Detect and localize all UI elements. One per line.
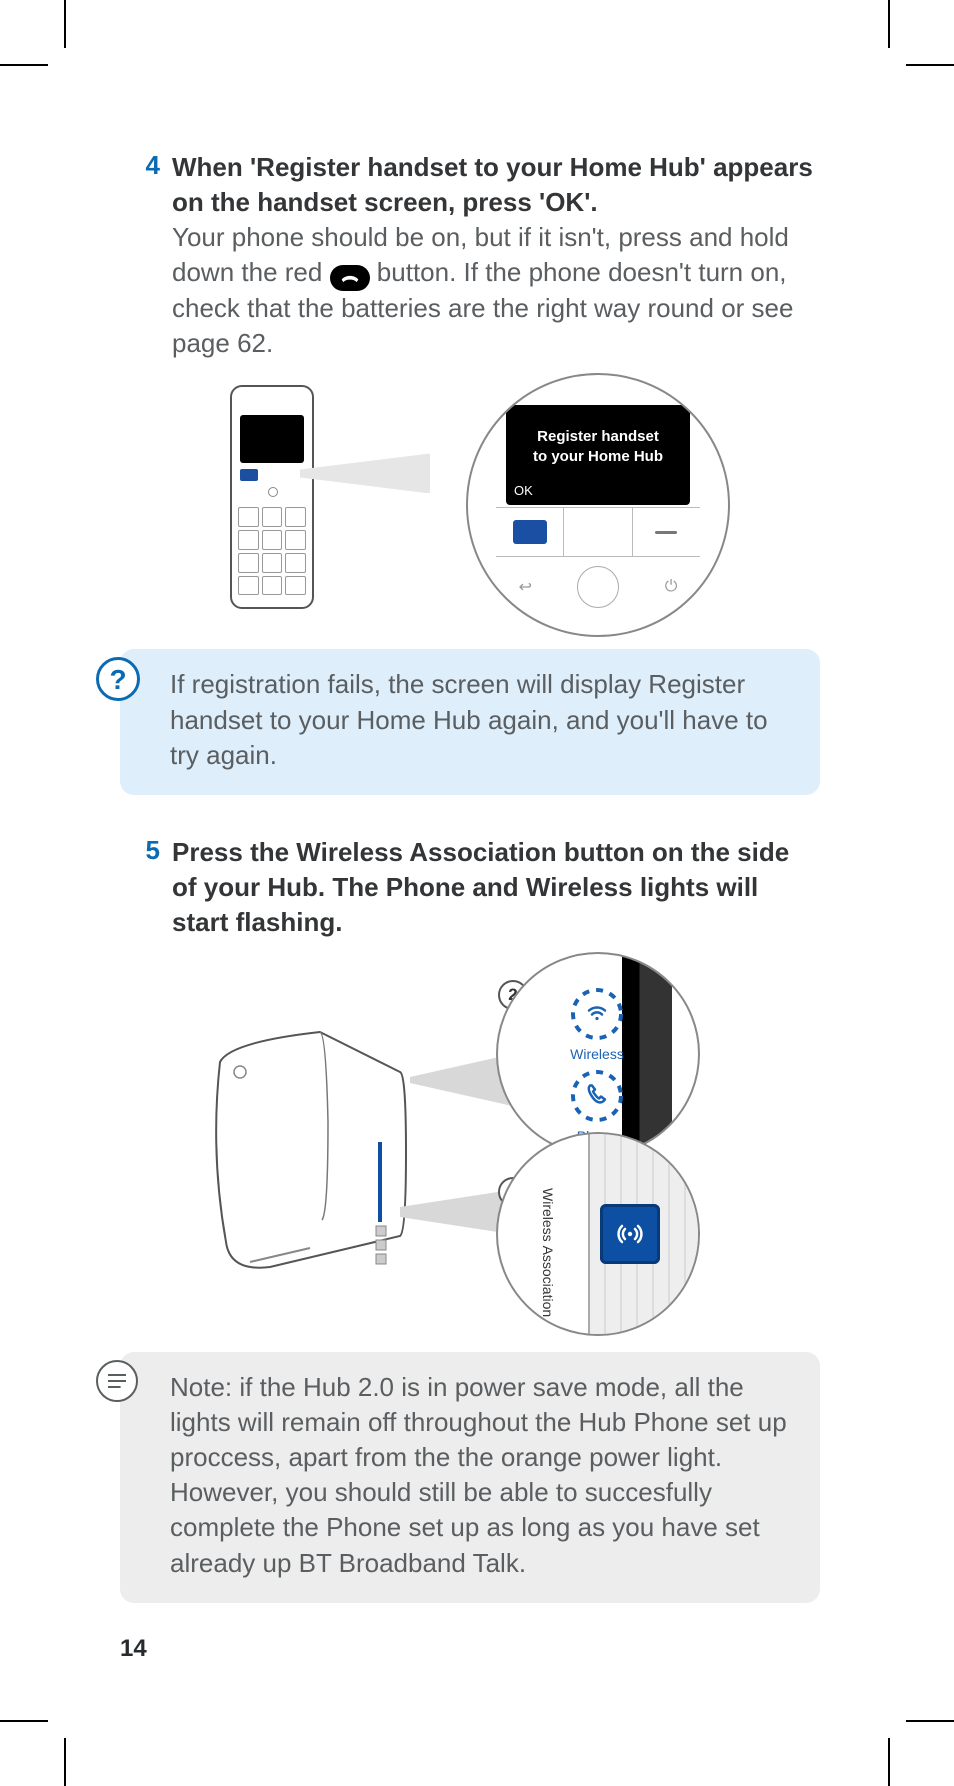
cropmark [0,1720,48,1722]
cropmark [64,0,66,48]
info-text: If registration fails, the screen will d… [170,667,796,772]
page-number: 14 [120,1635,147,1663]
info-box-registration-fail: ? If registration fails, the screen will… [120,649,820,794]
end-call-icon [330,265,370,291]
illustration-handset-zoom: Register handset to your Home Hub OK ↩ ⏻ [210,373,730,633]
cropmark [906,1720,954,1722]
step-5: 5 Press the Wireless Association button … [120,835,820,940]
screen-line2: to your Home Hub [506,447,690,467]
cropmark [888,1738,890,1786]
cropmark [0,64,48,66]
handset-graphic [230,385,314,609]
step-title: Press the Wireless Association button on… [172,837,789,937]
wireless-label: Wireless [542,1046,652,1062]
handset-screen: Register handset to your Home Hub OK [506,405,690,505]
note-icon [96,1360,134,1398]
cropmark [888,0,890,48]
zoom-circle-wa-button: Wireless Association [496,1132,700,1336]
step-title: When 'Register handset to your Home Hub'… [172,152,813,217]
cropmark [64,1738,66,1786]
screen-line1: Register handset [506,427,690,447]
phone-icon [583,1081,611,1112]
help-icon: ? [96,657,134,695]
step-body: Press the Wireless Association button on… [172,835,820,940]
minus-softkey-icon [655,531,677,534]
ok-softkey-icon [513,520,547,544]
step-4: 4 When 'Register handset to your Home Hu… [120,150,820,361]
step-number: 4 [120,150,172,361]
wireless-icon [583,999,611,1030]
zoom-projection [300,453,430,493]
hub-graphic [200,1022,420,1272]
step-body: When 'Register handset to your Home Hub'… [172,150,820,361]
page-content: 4 When 'Register handset to your Home Hu… [120,150,820,1603]
back-icon: ↩ [519,577,532,597]
note-box-power-save: Note: if the Hub 2.0 is in power save mo… [120,1352,820,1603]
illustration-hub-zoom: 2 Wireless [190,952,750,1332]
note-text: Note: if the Hub 2.0 is in power save mo… [170,1370,796,1581]
cropmark [906,64,954,66]
wireless-association-button-icon [600,1204,660,1264]
nav-ring-icon [577,566,619,608]
zoom-circle-lights: Wireless Phone [496,952,700,1156]
screen-ok-label: OK [514,483,533,500]
wireless-association-label: Wireless Association [540,1188,556,1317]
power-icon: ⏻ [665,578,678,596]
zoom-circle-screen: Register handset to your Home Hub OK ↩ ⏻ [466,373,730,637]
step-number: 5 [120,835,172,940]
